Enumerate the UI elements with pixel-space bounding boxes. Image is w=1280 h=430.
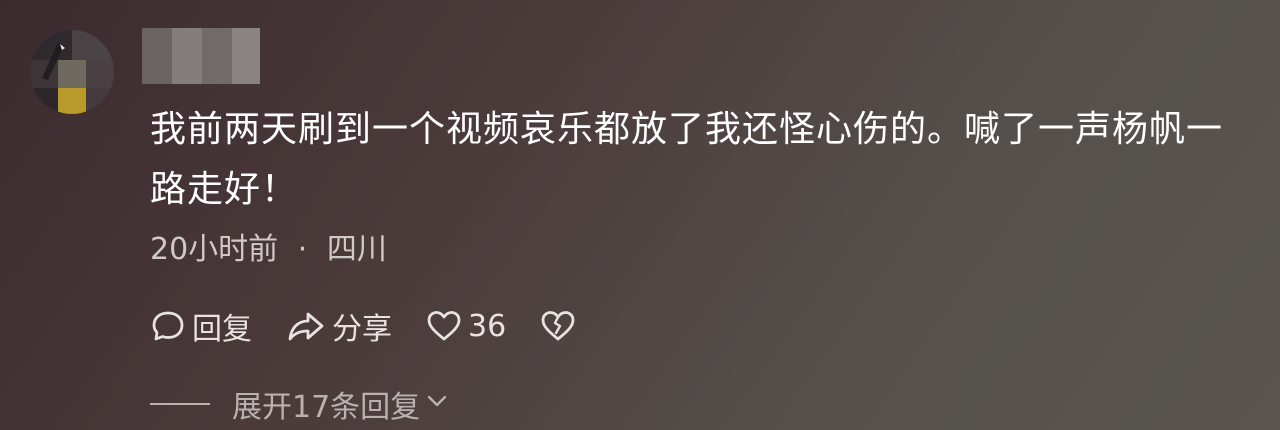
comment-time: 20小时前 (150, 232, 279, 267)
comment-item: 我前两天刷到一个视频哀乐都放了我还怪心伤的。喊了一声杨帆一路走好！ 20小时前 … (0, 0, 1280, 430)
like-count: 36 (468, 308, 507, 344)
like-button[interactable]: 36 (426, 308, 506, 344)
avatar[interactable] (30, 30, 114, 114)
comment-text: 我前两天刷到一个视频哀乐都放了我还怪心伤的。喊了一声杨帆一路走好！ (150, 109, 1224, 210)
heart-icon (426, 308, 462, 344)
meta-separator: · (297, 232, 308, 267)
divider-line (150, 403, 210, 405)
chevron-down-icon (420, 387, 450, 422)
username-redacted[interactable] (142, 28, 260, 84)
reply-label: 回复 (192, 312, 252, 347)
comment-actions: 回复 分享 36 (150, 302, 606, 350)
broken-heart-icon (540, 308, 576, 344)
expand-replies-label: 展开17条回复 (232, 390, 421, 425)
speech-bubble-icon (150, 308, 186, 344)
share-button[interactable]: 分享 (286, 304, 392, 348)
dislike-button[interactable] (540, 308, 576, 344)
reply-button[interactable]: 回复 (150, 304, 252, 348)
share-label: 分享 (332, 312, 392, 347)
share-arrow-icon (286, 308, 326, 344)
expand-replies-button[interactable]: 展开17条回复 (150, 382, 450, 426)
comment-meta: 20小时前 · 四川 (150, 228, 387, 272)
comment-location: 四川 (326, 232, 387, 267)
